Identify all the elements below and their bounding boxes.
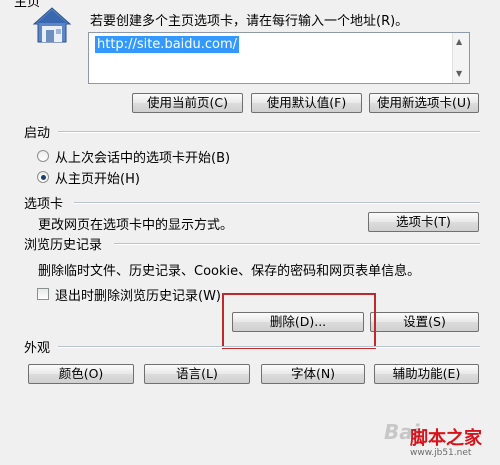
history-divider [114,243,480,245]
homepage-url-value: http://site.baidu.com/ [95,36,240,53]
accessibility-button[interactable]: 辅助功能(E) [374,364,479,384]
annotation-highlight-box [222,293,376,349]
fonts-button[interactable]: 字体(N) [261,364,365,384]
tabs-settings-button[interactable]: 选项卡(T) [368,212,479,232]
scroll-down-arrow-icon[interactable]: ▼ [456,69,462,79]
use-current-page-button[interactable]: 使用当前页(C) [132,93,243,113]
history-description: 删除临时文件、历史记录、Cookie、保存的密码和网页表单信息。 [38,264,421,279]
use-default-button[interactable]: 使用默认值(F) [251,93,362,113]
textarea-scrollbar[interactable]: ▲ ▼ [452,33,469,83]
delete-on-exit-checkbox[interactable] [37,288,49,300]
scroll-up-arrow-icon[interactable]: ▲ [456,37,462,47]
watermark-site-url: www.jb51.net [410,448,472,458]
radio-homepage-label: 从主页开始(H) [55,172,140,187]
startup-section-title: 启动 [24,126,51,141]
tabs-description: 更改网页在选项卡中的显示方式。 [38,218,234,233]
startup-divider [58,131,480,133]
radio-homepage[interactable] [37,171,49,183]
delete-on-exit-label: 退出时删除浏览历史记录(W) [55,289,221,304]
colors-button[interactable]: 颜色(O) [28,364,134,384]
radio-last-session-label: 从上次会话中的选项卡开始(B) [55,151,231,166]
homepage-url-textarea[interactable]: http://site.baidu.com/ ▲ ▼ [88,32,470,84]
history-settings-button[interactable]: 设置(S) [370,312,479,332]
use-new-tab-button[interactable]: 使用新选项卡(U) [369,93,479,113]
watermark-site-name: 脚本之家 [410,428,482,449]
languages-button[interactable]: 语言(L) [144,364,250,384]
house-icon [30,6,74,46]
tabs-section-title: 选项卡 [24,197,64,212]
homepage-instruction: 若要创建多个主页选项卡，请在每行输入一个地址(R)。 [90,14,409,29]
history-section-title: 浏览历史记录 [24,238,103,253]
appearance-section-title: 外观 [24,341,51,356]
tabs-divider [74,202,480,204]
radio-last-session[interactable] [37,150,49,162]
appearance-divider [58,346,480,348]
